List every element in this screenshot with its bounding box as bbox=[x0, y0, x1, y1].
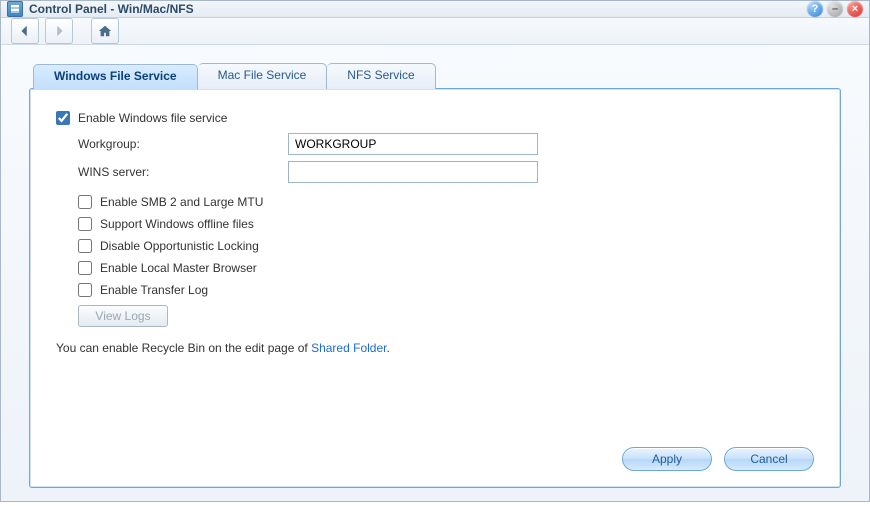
option-master-browser-row: Enable Local Master Browser bbox=[78, 261, 814, 275]
help-button[interactable]: ? bbox=[807, 1, 823, 17]
window-title: Control Panel - Win/Mac/NFS bbox=[29, 2, 807, 16]
cancel-button[interactable]: Cancel bbox=[724, 447, 814, 471]
option-smb2-row: Enable SMB 2 and Large MTU bbox=[78, 195, 814, 209]
enable-service-checkbox[interactable] bbox=[56, 111, 70, 125]
window-frame: Control Panel - Win/Mac/NFS ? – × Window… bbox=[0, 0, 870, 502]
option-oplock-label: Disable Opportunistic Locking bbox=[100, 239, 259, 253]
enable-service-label: Enable Windows file service bbox=[78, 111, 227, 125]
option-transfer-log-row: Enable Transfer Log bbox=[78, 283, 814, 297]
tab-windows-file-service[interactable]: Windows File Service bbox=[33, 64, 198, 90]
minimize-button[interactable]: – bbox=[827, 1, 843, 17]
titlebar: Control Panel - Win/Mac/NFS ? – × bbox=[1, 1, 869, 18]
option-offline-checkbox[interactable] bbox=[78, 217, 92, 231]
tab-nfs-service[interactable]: NFS Service bbox=[327, 63, 435, 89]
workgroup-label: Workgroup: bbox=[78, 137, 288, 151]
enable-service-row: Enable Windows file service bbox=[56, 111, 814, 125]
home-icon bbox=[98, 24, 112, 38]
home-button[interactable] bbox=[91, 18, 119, 44]
workgroup-row: Workgroup: bbox=[78, 133, 814, 155]
tabstrip: Windows File Service Mac File Service NF… bbox=[33, 63, 841, 89]
content-area: Windows File Service Mac File Service NF… bbox=[1, 45, 869, 506]
apply-button[interactable]: Apply bbox=[622, 447, 712, 471]
wins-label: WINS server: bbox=[78, 165, 288, 179]
nav-toolbar bbox=[1, 18, 869, 45]
workgroup-input[interactable] bbox=[288, 133, 538, 155]
back-button[interactable] bbox=[11, 18, 39, 44]
hint-suffix: . bbox=[386, 341, 389, 355]
wins-input[interactable] bbox=[288, 161, 538, 183]
option-oplock-row: Disable Opportunistic Locking bbox=[78, 239, 814, 253]
panel-footer: Apply Cancel bbox=[56, 439, 814, 471]
app-icon bbox=[7, 1, 23, 17]
arrow-right-icon bbox=[52, 24, 66, 38]
close-button[interactable]: × bbox=[847, 1, 863, 17]
shared-folder-link[interactable]: Shared Folder bbox=[311, 341, 386, 355]
tab-mac-file-service[interactable]: Mac File Service bbox=[198, 63, 328, 89]
view-logs-row: View Logs bbox=[78, 305, 814, 327]
option-offline-row: Support Windows offline files bbox=[78, 217, 814, 231]
option-master-browser-label: Enable Local Master Browser bbox=[100, 261, 257, 275]
option-master-browser-checkbox[interactable] bbox=[78, 261, 92, 275]
option-smb2-checkbox[interactable] bbox=[78, 195, 92, 209]
tab-panel: Enable Windows file service Workgroup: W… bbox=[29, 88, 841, 488]
wins-row: WINS server: bbox=[78, 161, 814, 183]
form-area: Enable Windows file service Workgroup: W… bbox=[56, 111, 814, 439]
window-controls: ? – × bbox=[807, 1, 863, 17]
arrow-left-icon bbox=[18, 24, 32, 38]
option-oplock-checkbox[interactable] bbox=[78, 239, 92, 253]
option-transfer-log-label: Enable Transfer Log bbox=[100, 283, 208, 297]
option-transfer-log-checkbox[interactable] bbox=[78, 283, 92, 297]
forward-button[interactable] bbox=[45, 18, 73, 44]
option-smb2-label: Enable SMB 2 and Large MTU bbox=[100, 195, 263, 209]
view-logs-button[interactable]: View Logs bbox=[78, 305, 168, 327]
recycle-bin-hint: You can enable Recycle Bin on the edit p… bbox=[56, 341, 814, 355]
option-offline-label: Support Windows offline files bbox=[100, 217, 254, 231]
hint-prefix: You can enable Recycle Bin on the edit p… bbox=[56, 341, 311, 355]
